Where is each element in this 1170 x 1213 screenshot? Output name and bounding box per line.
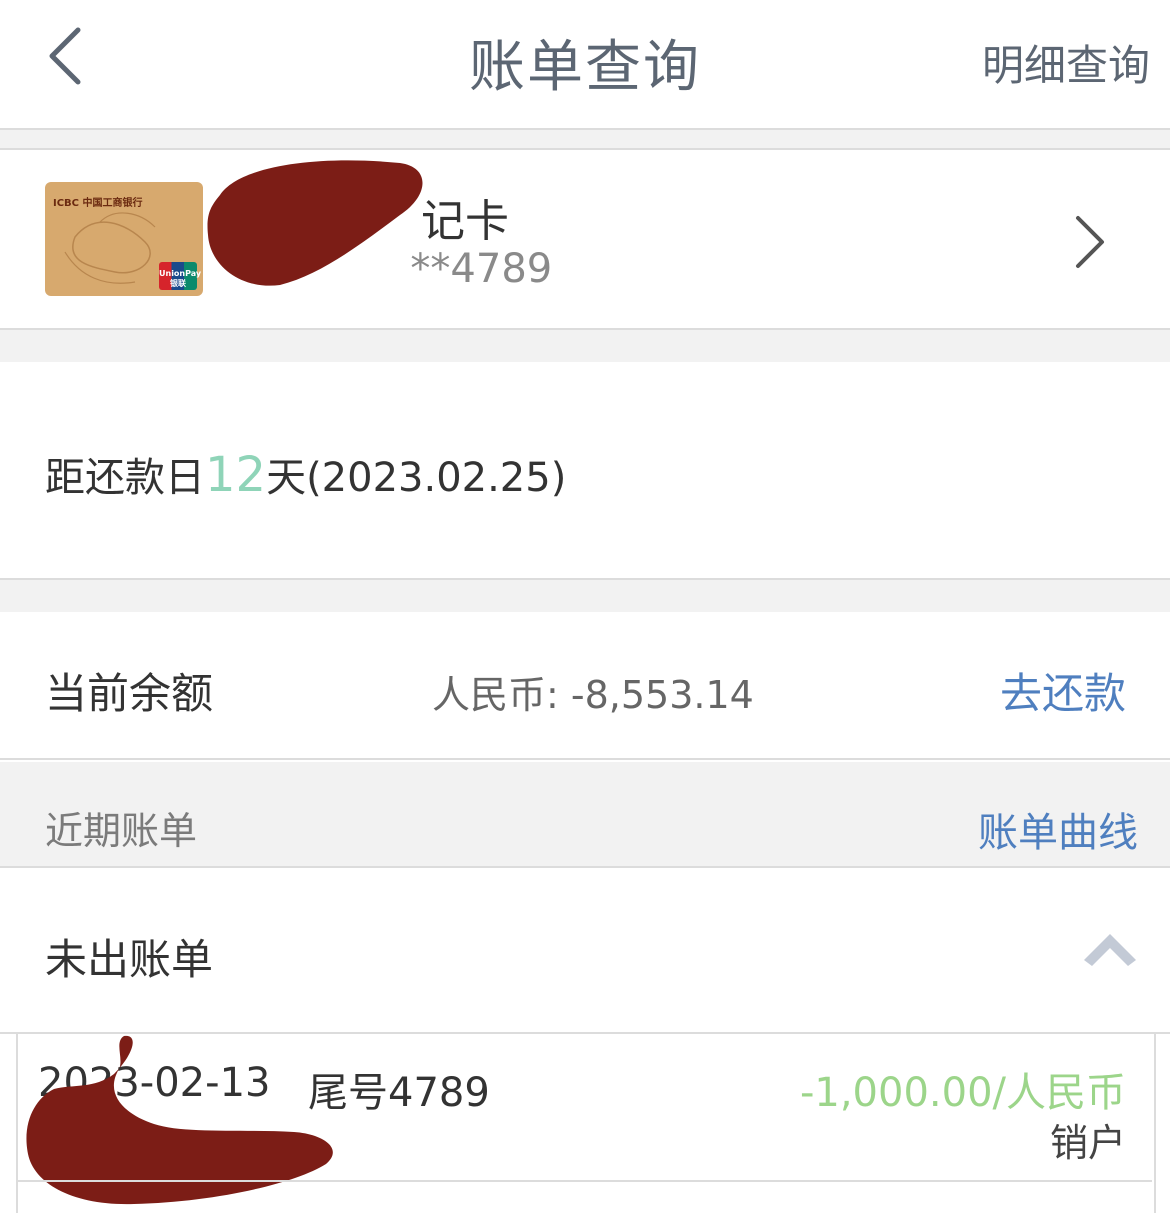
row-divider — [18, 1180, 1152, 1182]
chevron-right-icon[interactable] — [1068, 212, 1112, 272]
bill-chart-link[interactable]: 账单曲线 — [978, 800, 1138, 858]
balance-value: 人民币: -8,553.14 — [432, 673, 754, 717]
section-gap — [0, 130, 1170, 148]
unionpay-logo: UnionPay 银联 — [159, 262, 202, 290]
detail-query-link[interactable]: 明细查询 — [982, 32, 1150, 93]
due-days: 12 — [205, 447, 267, 503]
due-date-text: 距还款日12天(2023.02.25) — [45, 445, 566, 503]
balance-label: 当前余额 — [45, 669, 214, 718]
redaction-mark — [26, 1035, 333, 1205]
section-gap — [0, 580, 1170, 612]
repay-button[interactable]: 去还款 — [1000, 660, 1126, 721]
section-gap — [0, 330, 1170, 362]
divider — [0, 758, 1170, 760]
transaction-amount: -1,000.00/人民币 — [799, 1070, 1126, 1116]
redaction-mark — [207, 160, 423, 286]
recent-bills-label: 近期账单 — [45, 809, 198, 853]
due-prefix: 距还款日 — [45, 455, 205, 501]
due-suffix: 天(2023.02.25) — [266, 455, 567, 501]
chevron-up-icon[interactable] — [1082, 930, 1138, 970]
divider — [0, 866, 1170, 868]
unbilled-label: 未出账单 — [45, 935, 214, 984]
unionpay-label: UnionPay 银联 — [159, 269, 202, 288]
bank-card-image: ICBC 中国工商银行 UnionPay 银联 — [45, 182, 203, 296]
transaction-status: 销户 — [1049, 1121, 1126, 1165]
